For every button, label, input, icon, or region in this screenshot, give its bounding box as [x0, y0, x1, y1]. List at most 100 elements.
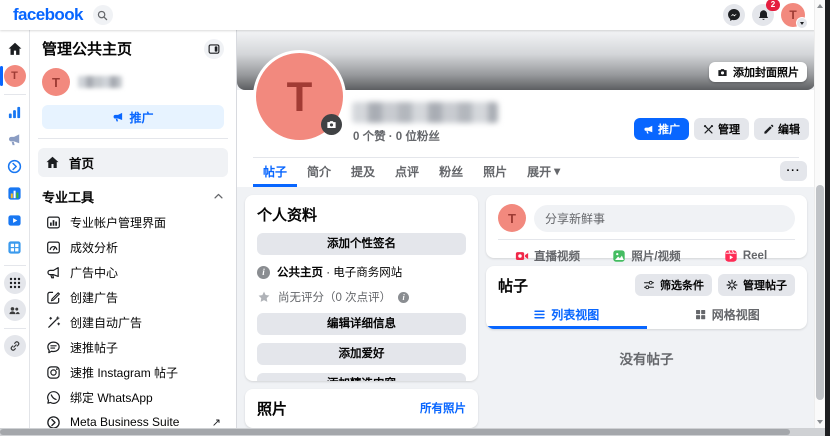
- search-button[interactable]: [93, 5, 113, 25]
- account-avatar[interactable]: T: [781, 3, 805, 27]
- page-profile-picture[interactable]: T: [253, 50, 346, 143]
- page-admin-sidebar: 管理公共主页 T 推广 首页 专业工具 专业帐户管理界面 成效分析: [30, 30, 237, 428]
- rail-groups-button[interactable]: [4, 299, 26, 321]
- vertical-scrollbar-thumb[interactable]: [816, 185, 824, 400]
- megaphone-icon: [7, 132, 22, 147]
- add-bio-button[interactable]: 添加个性签名: [257, 233, 466, 255]
- people-icon: [8, 304, 21, 317]
- sidebar-promote-button[interactable]: 推广: [42, 105, 224, 129]
- list-view-icon: [533, 308, 546, 321]
- facebook-logo[interactable]: facebook: [13, 5, 83, 25]
- messenger-button[interactable]: [723, 4, 745, 26]
- filter-sliders-icon: [643, 279, 655, 291]
- sidebar-item-home[interactable]: 首页: [38, 148, 228, 177]
- posts-card: 帖子 筛选条件 管理帖子: [486, 266, 807, 329]
- update-profile-picture-button[interactable]: [321, 114, 342, 135]
- chevron-down-icon: [796, 17, 808, 29]
- rail-ads-manager-button[interactable]: [4, 182, 26, 204]
- sidebar-item-professional-dashboard[interactable]: 专业帐户管理界面: [42, 210, 224, 235]
- edit-button[interactable]: 编辑: [754, 118, 809, 140]
- horizontal-scrollbar[interactable]: [0, 428, 825, 436]
- edit-details-button[interactable]: 编辑详细信息: [257, 313, 466, 335]
- scroll-up-arrow[interactable]: [817, 4, 823, 8]
- composer-input[interactable]: 分享新鲜事: [534, 205, 795, 232]
- manage-button[interactable]: 管理: [694, 118, 749, 140]
- rail-menu-button[interactable]: [4, 272, 26, 294]
- tab-posts[interactable]: 帖子: [253, 158, 297, 187]
- grid-view-icon: [694, 308, 707, 321]
- promote-button[interactable]: 推广: [634, 118, 689, 140]
- sidebar-item-create-automated-ads[interactable]: 创建自动广告: [42, 310, 224, 335]
- scroll-down-arrow[interactable]: [817, 420, 823, 424]
- collapse-sidebar-button[interactable]: [204, 39, 224, 59]
- photos-card-title: 照片: [257, 398, 287, 419]
- posts-card-title: 帖子: [498, 275, 528, 296]
- caret-down-icon: ▾: [554, 164, 560, 178]
- sidebar-item-boost-instagram-post[interactable]: 速推 Instagram 帖子: [42, 360, 224, 385]
- rail-page-avatar-selected[interactable]: T: [4, 65, 26, 87]
- reel-button[interactable]: Reel: [696, 245, 795, 267]
- composer-divider: [498, 239, 795, 240]
- whatsapp-icon: [45, 390, 61, 406]
- add-cover-photo-button[interactable]: 添加封面照片: [709, 62, 807, 82]
- horizontal-scrollbar-thumb[interactable]: [0, 429, 790, 435]
- filter-button[interactable]: 筛选条件: [635, 274, 712, 296]
- grid-dots-icon: [9, 277, 21, 289]
- rail-ads-button[interactable]: [4, 128, 26, 150]
- photo-video-button[interactable]: 照片/视频: [597, 245, 696, 267]
- grid-view-tab[interactable]: 网格视图: [647, 302, 808, 329]
- live-video-button[interactable]: 直播视频: [498, 245, 597, 267]
- sidebar-item-ad-center[interactable]: 广告中心: [42, 260, 224, 285]
- tab-mentions[interactable]: 提及: [341, 158, 385, 187]
- more-options-button[interactable]: ···: [780, 161, 807, 181]
- rail-link-button[interactable]: [4, 335, 26, 357]
- topbar-actions: 2 T: [723, 3, 805, 27]
- tab-followers[interactable]: 粉丝: [429, 158, 473, 187]
- sidebar-item-insights[interactable]: 成效分析: [42, 235, 224, 260]
- sidebar-item-create-ad[interactable]: 创建广告: [42, 285, 224, 310]
- rail-divider: [4, 94, 26, 95]
- megaphone-icon: [643, 124, 654, 135]
- rail-meta-business-button[interactable]: [4, 155, 26, 177]
- collapse-sidebar-icon: [208, 43, 220, 55]
- list-view-tab[interactable]: 列表视图: [486, 302, 647, 329]
- circle-arrow-icon: [7, 159, 22, 174]
- post-composer-card: T 分享新鲜事 直播视频 照片/视频: [486, 195, 807, 258]
- page-header-section: T 0 个赞 · 0 位粉丝 推广 管理 编辑: [237, 90, 815, 157]
- sidebar-page-profile[interactable]: T: [42, 68, 224, 96]
- rail-home-button[interactable]: [4, 38, 26, 60]
- tab-photos[interactable]: 照片: [473, 158, 517, 187]
- top-navigation-bar: facebook 2 T: [0, 0, 815, 30]
- sidebar-title: 管理公共主页: [42, 38, 132, 59]
- rail-insights-button[interactable]: [4, 101, 26, 123]
- tab-about[interactable]: 简介: [297, 158, 341, 187]
- manage-posts-button[interactable]: 管理帖子: [718, 274, 795, 296]
- no-posts-message: 没有帖子: [486, 348, 807, 368]
- vertical-scrollbar[interactable]: [814, 0, 825, 428]
- rail-selected-indicator: [0, 66, 3, 86]
- sidebar-item-boost-post[interactable]: 速推帖子: [42, 335, 224, 360]
- rating-text: 尚无评分（0 次点评）: [278, 289, 391, 305]
- composer-avatar[interactable]: T: [498, 204, 526, 232]
- see-all-photos-link[interactable]: 所有照片: [420, 400, 466, 416]
- external-link-icon: ↗: [212, 416, 221, 429]
- notifications-button[interactable]: 2: [752, 4, 774, 26]
- add-featured-button[interactable]: 添加精选内容: [257, 373, 466, 381]
- sidebar-item-connect-whatsapp[interactable]: 绑定 WhatsApp: [42, 385, 224, 410]
- magic-wand-icon: [45, 315, 61, 331]
- megaphone-outline-icon: [45, 265, 61, 281]
- page-name-blurred: [352, 102, 498, 123]
- add-hobbies-button[interactable]: 添加爱好: [257, 343, 466, 365]
- facebook-page-admin-app: facebook 2 T: [0, 0, 830, 436]
- rail-video-button[interactable]: [4, 209, 26, 231]
- sidebar-section-professional-tools[interactable]: 专业工具: [42, 187, 224, 206]
- colorful-chart-icon: [7, 186, 22, 201]
- page-action-buttons: 推广 管理 编辑: [634, 118, 809, 140]
- category-type: 公共主页: [277, 267, 323, 279]
- tab-reviews[interactable]: 点评: [385, 158, 429, 187]
- tab-more-expand[interactable]: 展开 ▾: [517, 158, 570, 187]
- rail-business-tools-button[interactable]: [4, 236, 26, 258]
- rating-row: 尚无评分（0 次点评） i: [257, 289, 466, 305]
- info-icon[interactable]: i: [398, 292, 409, 303]
- pencil-icon: [763, 124, 774, 135]
